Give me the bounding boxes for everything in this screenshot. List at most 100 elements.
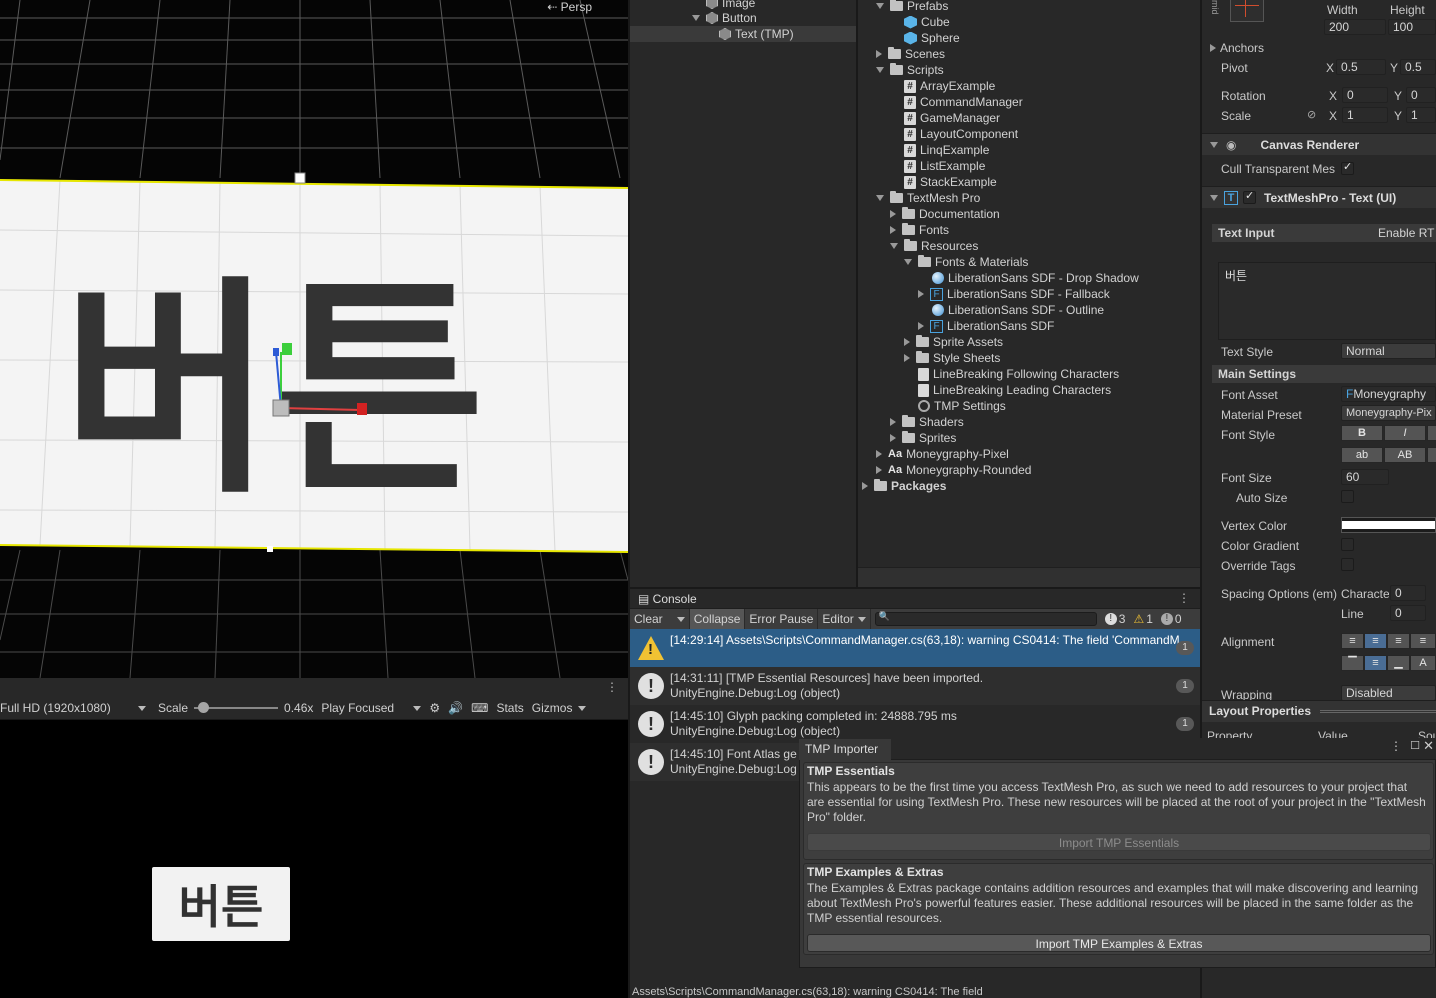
project-item-font-file[interactable]: Aa Moneygraphy-Pixel [876, 446, 1009, 462]
project-item-resources[interactable]: Resources [890, 238, 978, 254]
align-middle-icon[interactable]: ≡ [1364, 655, 1387, 671]
smallcaps-toggle[interactable] [1427, 447, 1436, 463]
component-enabled-checkbox[interactable] [1243, 189, 1256, 204]
align-bottom-icon[interactable]: ▁ [1387, 655, 1410, 671]
project-item-documentation[interactable]: Documentation [890, 206, 1000, 222]
lowercase-toggle[interactable]: ab [1341, 447, 1383, 463]
font-asset-field[interactable]: FMoneygraphy [1341, 386, 1436, 402]
scale-slider-thumb[interactable] [198, 702, 210, 713]
clear-button[interactable]: Clear [630, 609, 690, 629]
log-entry-warning[interactable]: ! [14:29:14] Assets\Scripts\CommandManag… [630, 629, 1200, 667]
gizmo-y-handle[interactable] [282, 343, 292, 355]
anchors-foldout[interactable]: Anchors [1210, 41, 1264, 55]
status-bar[interactable]: Assets\Scripts\CommandManager.cs(63,18):… [630, 986, 1200, 998]
project-item-script[interactable]: # ListExample [904, 158, 985, 174]
game-view[interactable] [0, 720, 628, 998]
collapse-arrow-icon[interactable] [890, 418, 896, 426]
project-item-textmesh-pro[interactable]: TextMesh Pro [876, 190, 980, 206]
project-item-script[interactable]: # CommandManager [904, 94, 1023, 110]
project-item-tmp-settings[interactable]: TMP Settings [918, 398, 1006, 414]
vertex-color-field[interactable] [1341, 517, 1436, 533]
resolution-dropdown[interactable]: Full HD (1920x1080) [0, 701, 150, 715]
maximize-icon[interactable]: ☐ [1410, 739, 1420, 752]
italic-toggle[interactable]: I [1384, 425, 1426, 441]
rotation-y-field[interactable]: 0 [1406, 87, 1436, 103]
collapse-arrow-icon[interactable] [918, 322, 924, 330]
projection-label[interactable]: ⇠ Persp [547, 0, 592, 14]
scale-slider[interactable] [194, 702, 279, 713]
gizmo-x-handle[interactable] [357, 403, 367, 415]
audio-icon[interactable]: 🔊 [444, 701, 467, 715]
material-preset-dropdown[interactable]: Moneygraphy-Pix [1341, 405, 1436, 421]
stats-button[interactable]: Stats [492, 701, 527, 715]
import-tmp-extras-button[interactable]: Import TMP Examples & Extras [807, 934, 1431, 952]
kebab-menu-icon[interactable]: ⋮ [606, 680, 618, 694]
project-item-script[interactable]: # LinqExample [904, 142, 989, 158]
info-filter-toggle[interactable]: ! 3 [1101, 609, 1130, 629]
layout-properties-header[interactable]: Layout Properties [1202, 700, 1436, 722]
project-item-cube[interactable]: Cube [904, 14, 950, 30]
hierarchy-item-button[interactable]: Button [692, 10, 757, 26]
uppercase-toggle[interactable]: AB [1384, 447, 1426, 463]
textmeshpro-header[interactable]: T TextMeshPro - Text (UI) [1202, 186, 1436, 208]
collapse-arrow-icon[interactable] [890, 434, 896, 442]
bug-icon[interactable]: ⚙ [425, 701, 444, 715]
expand-arrow-icon[interactable] [904, 259, 912, 265]
align-left-icon[interactable]: ≡ [1341, 633, 1364, 649]
constrain-proportions-icon[interactable]: ⊘ [1307, 108, 1316, 121]
canvas-renderer-header[interactable]: ◉ Canvas Renderer [1202, 133, 1436, 155]
expand-arrow-icon[interactable] [876, 195, 884, 201]
pivot-y-field[interactable]: 0.5 [1400, 59, 1436, 75]
align-center-icon[interactable]: ≡ [1364, 633, 1387, 649]
scale-x-field[interactable]: 1 [1342, 107, 1388, 123]
project-item-text-asset[interactable]: LineBreaking Leading Characters [918, 382, 1111, 398]
align-baseline-icon[interactable]: A [1410, 655, 1436, 671]
align-right-icon[interactable]: ≡ [1387, 633, 1410, 649]
project-item-packages[interactable]: Packages [862, 478, 946, 494]
collapse-arrow-icon[interactable] [904, 338, 910, 346]
project-item-material[interactable]: LiberationSans SDF - Drop Shadow [932, 270, 1139, 286]
collapse-arrow-icon[interactable] [876, 466, 882, 474]
collapse-arrow-icon[interactable] [876, 450, 882, 458]
expand-arrow-icon[interactable] [876, 67, 884, 73]
align-justify-icon[interactable]: ≡ [1410, 633, 1436, 649]
character-spacing-field[interactable]: 0 [1390, 585, 1426, 601]
align-top-icon[interactable]: ▔ [1341, 655, 1364, 671]
error-filter-toggle[interactable]: ! 0 [1157, 609, 1186, 629]
import-tmp-essentials-button[interactable]: Import TMP Essentials [807, 833, 1431, 851]
play-mode-dropdown[interactable]: Play Focused [317, 701, 425, 715]
scale-control[interactable]: Scale 0.46x [150, 701, 317, 715]
expand-arrow-icon[interactable] [1210, 194, 1218, 201]
wrapping-dropdown[interactable]: Disabled [1341, 685, 1436, 701]
anchor-presets-button[interactable] [1230, 0, 1264, 22]
editor-dropdown[interactable]: Editor [818, 609, 871, 629]
project-item-text-asset[interactable]: LineBreaking Following Characters [918, 366, 1119, 382]
scene-canvas[interactable]: 버튼 [0, 0, 628, 678]
project-item-script[interactable]: # GameManager [904, 110, 1000, 126]
expand-arrow-icon[interactable] [1210, 141, 1218, 148]
enable-rtl-toggle[interactable]: Enable RT [1378, 224, 1434, 242]
project-item-material[interactable]: LiberationSans SDF - Outline [932, 302, 1104, 318]
keyboard-icon[interactable]: ⌨ [467, 701, 492, 715]
project-item-font-file[interactable]: Aa Moneygraphy-Rounded [876, 462, 1031, 478]
project-item-sprites[interactable]: Sprites [890, 430, 956, 446]
project-item-scripts[interactable]: Scripts [876, 62, 944, 78]
collapse-arrow-icon[interactable] [890, 210, 896, 218]
expand-arrow-icon[interactable] [890, 243, 898, 249]
collapse-arrow-icon[interactable] [918, 290, 924, 298]
underline-toggle[interactable] [1427, 425, 1436, 441]
expand-arrow-icon[interactable] [876, 3, 884, 9]
project-item-style-sheets[interactable]: Style Sheets [904, 350, 1000, 366]
kebab-menu-icon[interactable]: ⋮ [1178, 591, 1190, 605]
collapse-arrow-icon[interactable] [862, 482, 868, 490]
text-style-dropdown[interactable]: Normal [1341, 343, 1436, 359]
game-ui-button[interactable]: 버튼 [152, 867, 290, 941]
override-tags-checkbox[interactable] [1341, 558, 1354, 571]
line-spacing-field[interactable]: 0 [1390, 605, 1426, 621]
scene-view[interactable]: 버튼 ⇠ Persp [0, 0, 628, 678]
project-item-script[interactable]: # StackExample [904, 174, 997, 190]
log-entry-info[interactable]: ! [14:31:11] [TMP Essential Resources] h… [630, 667, 1200, 705]
width-field[interactable]: 200 [1324, 19, 1386, 35]
chevron-down-icon[interactable] [676, 616, 685, 622]
collapse-arrow-icon[interactable] [876, 50, 882, 58]
